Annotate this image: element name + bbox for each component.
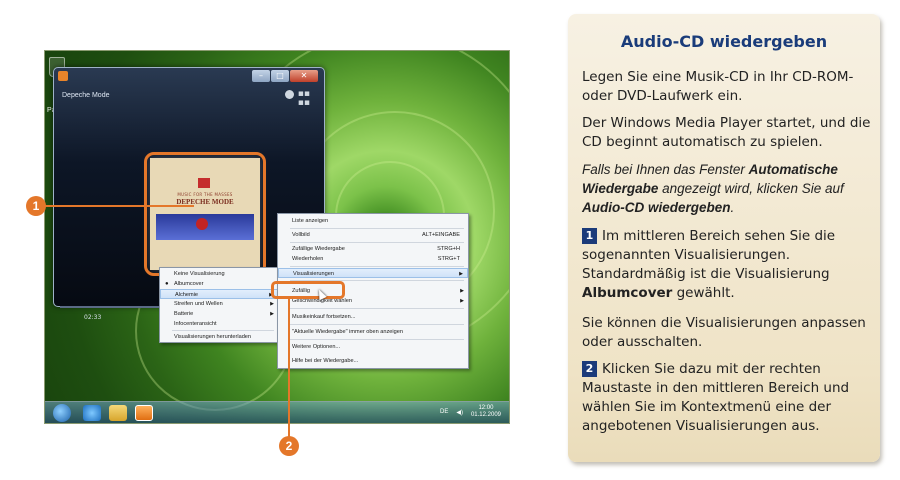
menu-item-infocenteransicht[interactable]: Infocenteransicht xyxy=(160,319,278,329)
step-text: gewählt. xyxy=(672,285,735,301)
menu-separator xyxy=(290,308,464,309)
menu-separator xyxy=(290,266,464,267)
screenshot-desktop: Pa – □ ✕ Depeche Mode ▪▪ ▪▪ MUSIC FOR THE… xyxy=(44,50,510,424)
menu-shortcut: STRG+H xyxy=(437,246,460,252)
menu-item-batterie[interactable]: Batterie ▶ xyxy=(160,309,278,319)
menu-shortcut: STRG+T xyxy=(437,256,460,262)
callout-2-badge: 2 xyxy=(279,436,299,456)
menu-item-label: Hilfe bei der Wiedergabe... xyxy=(292,358,359,364)
menu-item-musikeinkauf[interactable]: Musikeinkauf fortsetzen... xyxy=(278,312,468,322)
menu-item-hilfe[interactable]: Hilfe bei der Wiedergabe... xyxy=(278,356,468,366)
start-button[interactable] xyxy=(53,404,71,422)
paragraph-insert-cd: Legen Sie eine Musik-CD in Ihr CD-ROM- o… xyxy=(582,69,854,104)
menu-item-label: Batterie xyxy=(174,311,194,317)
clock[interactable]: 12:00 01.12.2009 xyxy=(471,405,501,419)
window-controls: – □ ✕ xyxy=(252,70,318,82)
menu-item-alchemie[interactable]: Alchemie ▶ xyxy=(160,289,278,299)
menu-item-label: Keine Visualisierung xyxy=(174,271,225,277)
system-tray: DE ◀) 12:00 01.12.2009 xyxy=(440,405,501,419)
note-text: . xyxy=(730,200,735,215)
menu-separator xyxy=(290,339,464,340)
menu-item-visualisierungen-herunterladen[interactable]: Visualisierungen herunterladen xyxy=(160,332,278,342)
menu-item-label: Streifen und Wellen xyxy=(174,301,223,307)
step-2-text: 2 Klicken Sie dazu mit der rechten Mausta… xyxy=(582,360,872,436)
menu-item-weitere-optionen[interactable]: Weitere Optionen... xyxy=(278,342,468,352)
menu-item-label: Wiederholen xyxy=(292,256,324,262)
maximize-button[interactable]: □ xyxy=(271,70,289,82)
media-player-icon xyxy=(58,71,68,81)
paragraph-player-starts: Der Windows Media Player startet, und di… xyxy=(582,115,871,150)
menu-item-label: Vollbild xyxy=(292,232,310,238)
paragraph-customize: Sie können die Visualisierungen anpassen… xyxy=(582,315,866,350)
close-button[interactable]: ✕ xyxy=(290,70,318,82)
language-indicator[interactable]: DE xyxy=(440,409,448,415)
visualization-submenu: Keine Visualisierung ● Albumcover Alchemi… xyxy=(159,267,279,343)
highlight-frame-zufaellig xyxy=(271,281,345,299)
submenu-arrow-icon: ▶ xyxy=(460,288,464,294)
menu-separator xyxy=(290,228,464,229)
menu-item-label: Alchemie xyxy=(175,292,199,298)
selected-bullet-icon: ● xyxy=(165,281,169,287)
step-text: Klicken Sie dazu mit der rechten Maustas… xyxy=(582,361,850,434)
menu-separator xyxy=(290,324,464,325)
instruction-panel: Audio-CD wiedergeben Legen Sie eine Musi… xyxy=(568,14,880,462)
submenu-arrow-icon: ▶ xyxy=(459,271,463,277)
explorer-folder-icon[interactable] xyxy=(109,405,127,421)
step-text: Im mittleren Bereich sehen Sie die sogen… xyxy=(582,228,836,282)
volume-icon[interactable]: ◀) xyxy=(456,409,463,416)
step-1-text: 1 Im mittleren Bereich sehen Sie die soge… xyxy=(582,227,872,303)
menu-item-label: Visualisierungen xyxy=(293,271,334,277)
menu-item-zufaellige-wiedergabe[interactable]: Zufällige Wiedergabe STRG+H xyxy=(278,244,468,254)
note-bold: Audio-CD wiedergeben xyxy=(582,200,731,215)
menu-item-streifen-und-wellen[interactable]: Streifen und Wellen ▶ xyxy=(160,299,278,309)
menu-item-label: Zufällige Wiedergabe xyxy=(292,246,345,252)
submenu-arrow-icon: ▶ xyxy=(270,311,274,317)
submenu-arrow-icon: ▶ xyxy=(270,301,274,307)
clock-time: 12:00 xyxy=(478,405,494,411)
submenu-arrow-icon: ▶ xyxy=(460,298,464,304)
highlight-frame-cover xyxy=(144,152,266,276)
note-text: angezeigt wird, klicken Sie auf xyxy=(658,181,844,196)
menu-item-label: Liste anzeigen xyxy=(292,218,329,224)
menu-item-label: Musikeinkauf fortsetzen... xyxy=(292,314,356,320)
menu-item-label: Infocenteransicht xyxy=(174,321,217,327)
step-2-badge: 2 xyxy=(582,361,597,377)
menu-separator xyxy=(172,330,274,331)
menu-shortcut: ALT+EINGABE xyxy=(422,232,460,238)
switch-to-library-icon[interactable]: ▪▪ ▪▪ xyxy=(298,90,310,108)
step-1-badge: 1 xyxy=(582,228,597,244)
paragraph-autoplay-note: Falls bei Ihnen das Fenster Automatische… xyxy=(582,160,872,217)
now-playing-title: Depeche Mode xyxy=(62,92,110,99)
menu-item-label: Visualisierungen herunterladen xyxy=(174,334,252,340)
menu-item-visualisierungen[interactable]: Visualisierungen ▶ xyxy=(278,268,468,278)
menu-item-wiederholen[interactable]: Wiederholen STRG+T xyxy=(278,254,468,264)
callout-2-line xyxy=(288,298,290,438)
minimize-button[interactable]: – xyxy=(252,70,270,82)
internet-explorer-icon[interactable] xyxy=(83,405,101,421)
step-bold: Albumcover xyxy=(582,285,673,301)
callout-1-badge: 1 xyxy=(26,196,46,216)
note-text: Falls bei Ihnen das Fenster xyxy=(582,162,749,177)
menu-item-label: "Aktuelle Wiedergabe" immer oben anzeige… xyxy=(292,329,403,335)
playback-time: 02:33 xyxy=(84,314,102,321)
menu-separator xyxy=(290,242,464,243)
menu-item-immer-oben[interactable]: "Aktuelle Wiedergabe" immer oben anzeige… xyxy=(278,327,468,337)
settings-icon[interactable] xyxy=(285,90,294,99)
menu-item-label: Weitere Optionen... xyxy=(292,344,341,350)
taskbar: DE ◀) 12:00 01.12.2009 xyxy=(45,401,509,423)
menu-item-liste-anzeigen[interactable]: Liste anzeigen xyxy=(278,216,468,226)
menu-item-keine-visualisierung[interactable]: Keine Visualisierung xyxy=(160,269,278,279)
menu-item-albumcover[interactable]: ● Albumcover xyxy=(160,279,278,289)
clock-date: 01.12.2009 xyxy=(470,412,501,418)
menu-item-vollbild[interactable]: Vollbild ALT+EINGABE xyxy=(278,230,468,240)
callout-1-line xyxy=(44,205,194,207)
media-player-taskbar-icon[interactable] xyxy=(135,405,153,421)
panel-title: Audio-CD wiedergeben xyxy=(620,32,828,51)
menu-item-label: Albumcover xyxy=(174,281,204,287)
stage: Pa – □ ✕ Depeche Mode ▪▪ ▪▪ MUSIC FOR THE… xyxy=(0,0,900,480)
